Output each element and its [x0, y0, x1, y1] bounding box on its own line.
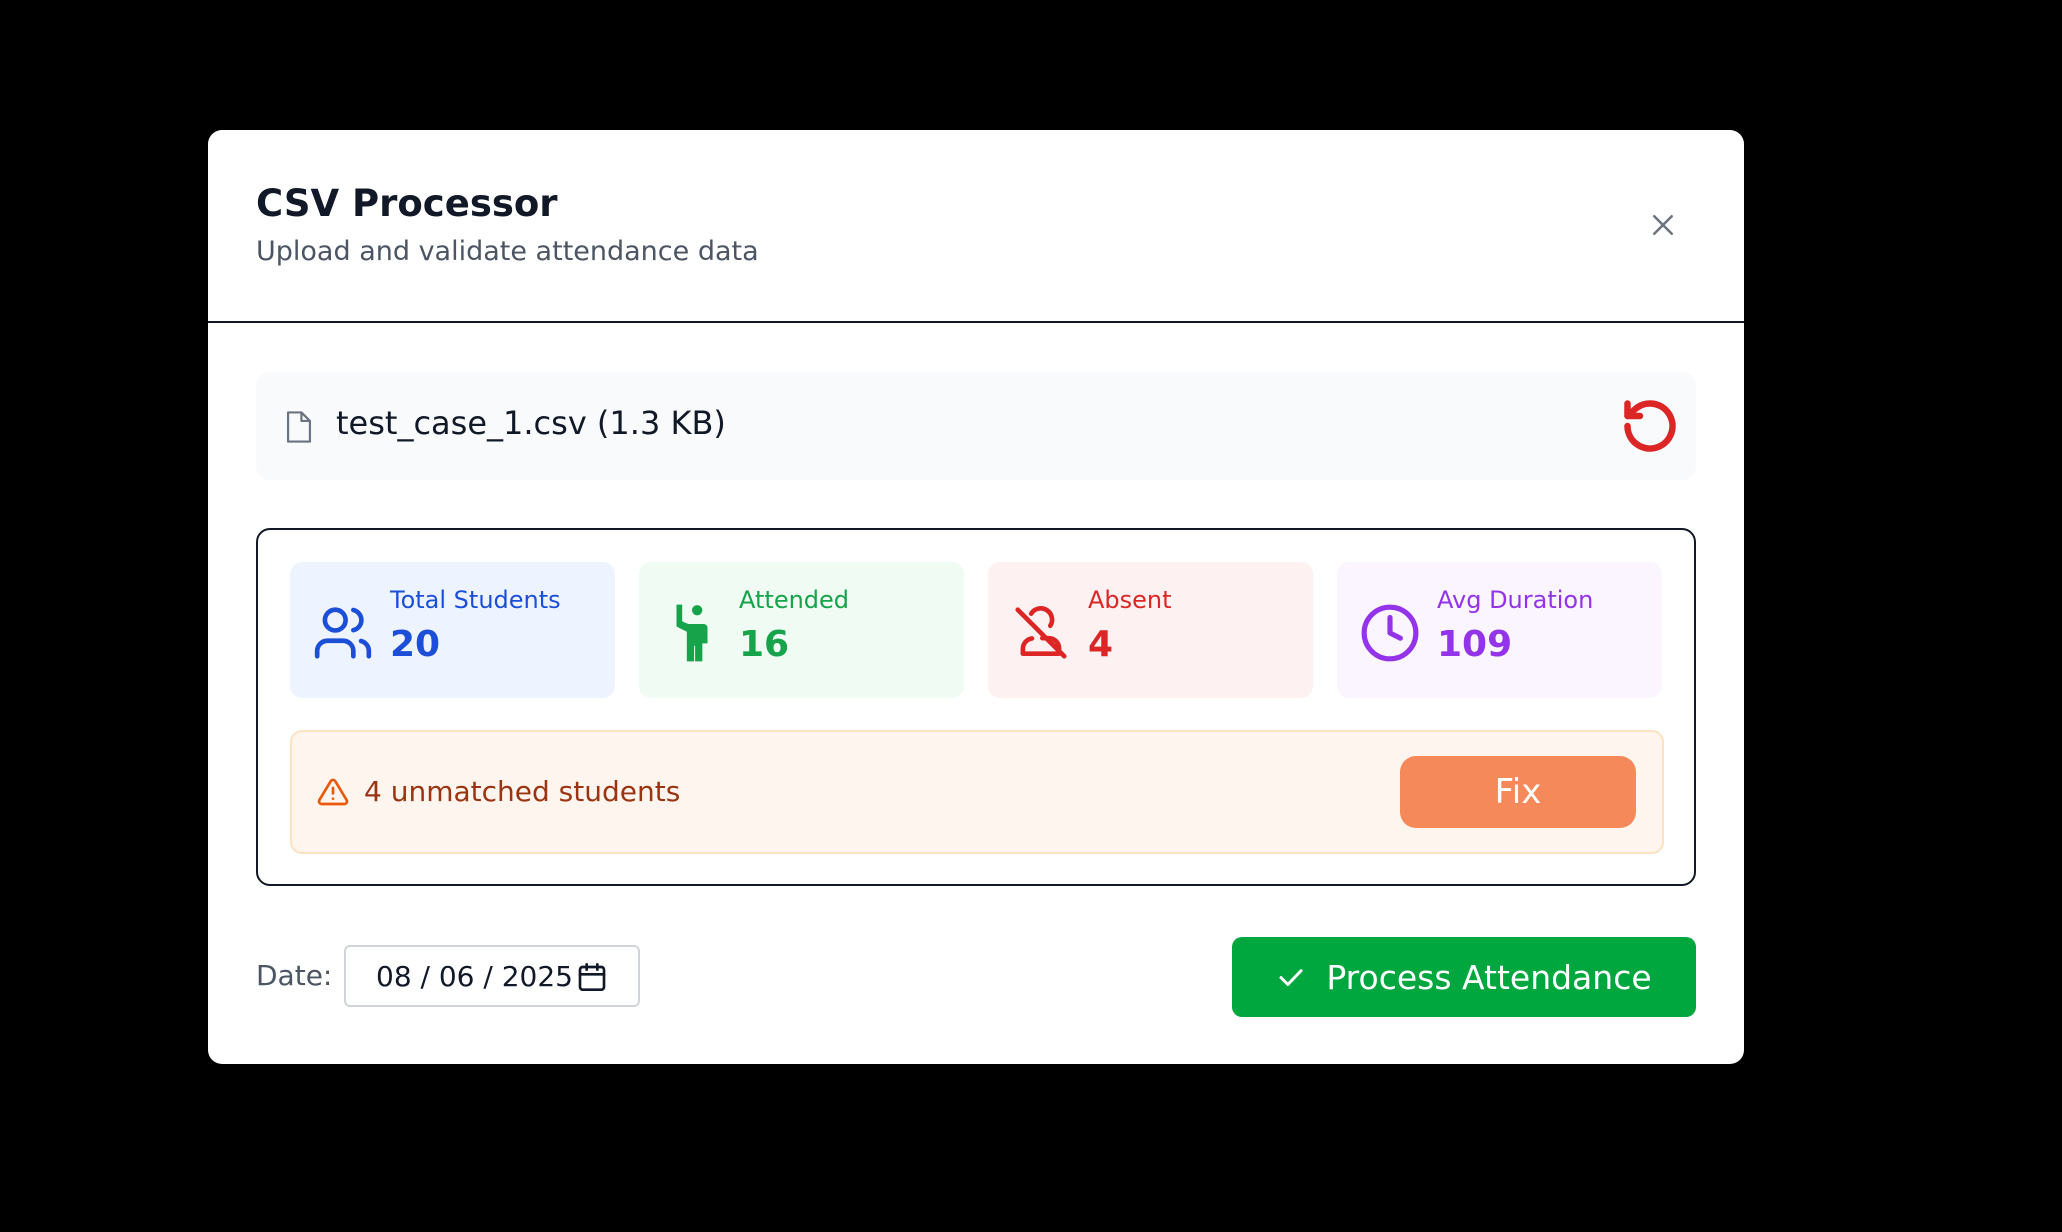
stat-value: 20: [390, 624, 441, 665]
calendar-icon[interactable]: [576, 961, 608, 993]
reset-file-button[interactable]: [1618, 394, 1682, 458]
users-icon: [314, 607, 372, 659]
stat-value: 16: [739, 624, 790, 665]
process-attendance-button[interactable]: Process Attendance: [1232, 937, 1696, 1017]
user-off-icon: [1015, 606, 1067, 659]
stat-value: 109: [1437, 624, 1513, 665]
stat-value: 4: [1088, 624, 1114, 665]
stat-label: Attended: [739, 586, 850, 614]
fix-button[interactable]: Fix: [1400, 756, 1636, 828]
close-icon: [1653, 215, 1673, 235]
modal-header: CSV Processor Upload and validate attend…: [208, 130, 1744, 323]
selected-file-bar: test_case_1.csv (1.3 KB): [256, 372, 1696, 480]
warning-text: 4 unmatched students: [364, 775, 681, 808]
stat-card-avg-duration: Avg Duration 109: [1337, 562, 1662, 698]
modal-subtitle: Upload and validate attendance data: [256, 236, 759, 267]
stats-panel: Total Students 20 Attended 16 Absent 4 A…: [256, 528, 1696, 886]
stat-label: Total Students: [390, 586, 561, 614]
stat-card-total-students: Total Students 20: [290, 562, 615, 698]
warning-triangle-icon: [317, 778, 349, 806]
stat-label: Absent: [1088, 586, 1172, 614]
date-label: Date:: [256, 959, 333, 992]
rotate-ccw-icon: [1624, 400, 1676, 452]
unmatched-warning: 4 unmatched students Fix: [290, 730, 1664, 854]
csv-processor-modal: CSV Processor Upload and validate attend…: [208, 130, 1744, 1064]
check-icon: [1279, 969, 1303, 986]
file-name: test_case_1.csv (1.3 KB): [336, 404, 726, 442]
process-attendance-label: Process Attendance: [1326, 957, 1652, 997]
file-icon: [286, 411, 312, 443]
stat-card-absent: Absent 4: [988, 562, 1313, 698]
stat-card-attended: Attended 16: [639, 562, 964, 698]
date-value: 08 / 06 / 2025: [376, 960, 573, 993]
date-input[interactable]: 08 / 06 / 2025: [344, 945, 640, 1007]
modal-title: CSV Processor: [256, 182, 558, 225]
person-raised-hand-icon: [676, 604, 708, 662]
close-button[interactable]: [1638, 200, 1688, 250]
clock-icon: [1361, 604, 1419, 662]
stat-label: Avg Duration: [1437, 586, 1594, 614]
